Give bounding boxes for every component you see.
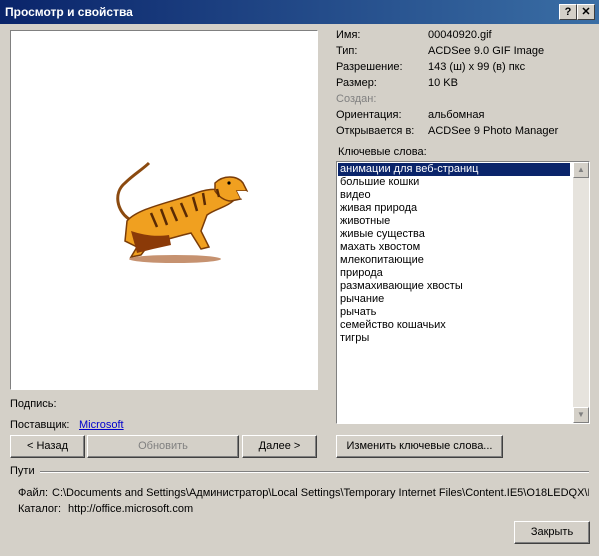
scroll-down-icon[interactable]: ▼ — [573, 407, 589, 423]
property-label: Открывается в: — [336, 125, 415, 137]
catalog-value: http://office.microsoft.com — [68, 503, 194, 515]
property-value: альбомная — [428, 109, 485, 121]
property-value: 00040920.gif — [428, 29, 492, 41]
back-button[interactable]: < Назад — [10, 435, 85, 458]
keywords-scrollbar[interactable]: ▲ ▼ — [573, 162, 589, 423]
keywords-list: анимации для веб-страниц большие кошки вид… — [338, 163, 570, 345]
file-path-label: Файл: — [18, 487, 49, 499]
supplier-link[interactable]: Microsoft — [79, 419, 124, 431]
keyword-item[interactable]: семейство кошачьих — [338, 319, 570, 332]
property-value: 143 (ш) x 99 (в) пкс — [428, 61, 526, 73]
image-preview — [10, 30, 318, 390]
keyword-item[interactable]: размахивающие хвосты — [338, 280, 570, 293]
property-value: ACDSee 9.0 GIF Image — [428, 45, 545, 57]
keyword-item[interactable]: животные — [338, 215, 570, 228]
refresh-button[interactable]: Обновить — [87, 435, 239, 458]
property-label: Тип: — [336, 45, 358, 57]
help-icon: ? — [564, 6, 572, 18]
keyword-item[interactable]: тигры — [338, 332, 570, 345]
property-value: ACDSee 9 Photo Manager — [428, 125, 559, 137]
catalog-label: Каталог: — [18, 503, 62, 515]
keyword-item[interactable]: природа — [338, 267, 570, 280]
property-label: Ориентация: — [336, 109, 402, 121]
keyword-item[interactable]: видео — [338, 189, 570, 202]
supplier-label: Поставщик: — [10, 419, 70, 431]
property-label: Разрешение: — [336, 61, 403, 73]
close-icon: ✕ — [581, 6, 591, 18]
property-label: Создан: — [336, 93, 377, 105]
property-label: Имя: — [336, 29, 361, 41]
keyword-item[interactable]: живая природа — [338, 202, 570, 215]
close-window-button[interactable]: ✕ — [577, 4, 595, 20]
keywords-label: Ключевые слова: — [338, 146, 427, 158]
close-button[interactable]: Закрыть — [514, 521, 590, 544]
paths-label: Пути — [10, 465, 35, 477]
property-value: 10 KB — [428, 77, 458, 89]
keyword-item[interactable]: большие кошки — [338, 176, 570, 189]
keyword-item[interactable]: махать хвостом — [338, 241, 570, 254]
edit-keywords-button[interactable]: Изменить ключевые слова... — [336, 435, 503, 458]
keyword-item[interactable]: анимации для веб-страниц — [338, 163, 570, 176]
keyword-item[interactable]: рычание — [338, 293, 570, 306]
title-bar: Просмотр и свойства ? ✕ — [0, 0, 599, 24]
keyword-item[interactable]: млекопитающие — [338, 254, 570, 267]
tiger-image — [116, 161, 249, 263]
window-title: Просмотр и свойства — [5, 5, 133, 19]
keyword-item[interactable]: рычать — [338, 306, 570, 319]
keyword-item[interactable]: живые существа — [338, 228, 570, 241]
help-button[interactable]: ? — [559, 4, 577, 20]
property-label: Размер: — [336, 77, 377, 89]
file-path-value: C:\Documents and Settings\Администратор\… — [52, 487, 589, 499]
keywords-listbox[interactable]: анимации для веб-страниц большие кошки вид… — [336, 161, 590, 424]
paths-separator — [40, 471, 589, 473]
next-button[interactable]: Далее > — [242, 435, 317, 458]
caption-label: Подпись: — [10, 398, 57, 410]
scroll-up-icon[interactable]: ▲ — [573, 162, 589, 178]
